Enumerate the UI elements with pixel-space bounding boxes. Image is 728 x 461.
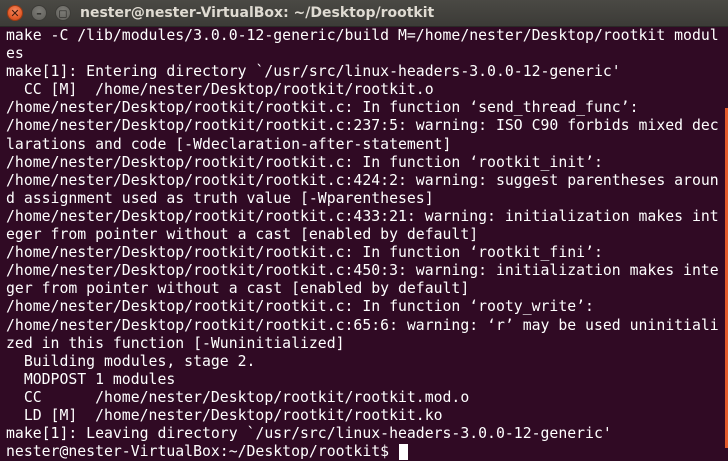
- terminal-line: make[1]: Entering directory `/usr/src/li…: [6, 63, 621, 81]
- terminal-line: Building modules, stage 2.: [6, 352, 256, 370]
- terminal-line: /home/nester/Desktop/rootkit/rootkit.c:2…: [6, 117, 719, 135]
- terminal-line: LD [M] /home/nester/Desktop/rootkit/root…: [6, 406, 443, 424]
- terminal-line: CC /home/nester/Desktop/rootkit/rootkit.…: [6, 388, 470, 406]
- terminal-line: /home/nester/Desktop/rootkit/rootkit.c:6…: [6, 316, 719, 334]
- close-icon[interactable]: ✕: [7, 5, 23, 21]
- terminal-line: d assignment used as truth value [-Wpare…: [6, 189, 434, 207]
- terminal-window: ✕ – ◻ nester@nester-VirtualBox: ~/Deskto…: [0, 0, 728, 461]
- text-cursor: [398, 444, 408, 461]
- terminal-line: ger from pointer without a cast [enabled…: [6, 280, 470, 298]
- terminal-line: larations and code [-Wdeclaration-after-…: [6, 135, 452, 153]
- window-title: nester@nester-VirtualBox: ~/Desktop/root…: [80, 5, 435, 21]
- terminal-line: /home/nester/Desktop/rootkit/rootkit.c: …: [6, 244, 603, 262]
- terminal-line: /home/nester/Desktop/rootkit/rootkit.c:4…: [6, 262, 719, 280]
- terminal-line: MODPOST 1 modules: [6, 370, 176, 388]
- terminal-line: /home/nester/Desktop/rootkit/rootkit.c: …: [6, 99, 639, 117]
- terminal-line: /home/nester/Desktop/rootkit/rootkit.c: …: [6, 298, 594, 316]
- terminal-line: es: [6, 45, 24, 63]
- terminal-line: /home/nester/Desktop/rootkit/rootkit.c: …: [6, 153, 603, 171]
- terminal-line: make -C /lib/modules/3.0.0-12-generic/bu…: [6, 27, 719, 44]
- minimize-icon[interactable]: –: [31, 5, 47, 21]
- terminal-line: eger from pointer without a cast [enable…: [6, 226, 479, 244]
- shell-prompt: nester@nester-VirtualBox:~/Desktop/rootk…: [6, 443, 398, 461]
- title-bar[interactable]: ✕ – ◻ nester@nester-VirtualBox: ~/Deskto…: [0, 0, 728, 27]
- terminal-line: zed in this function [-Wuninitialized]: [6, 334, 345, 352]
- terminal-output[interactable]: make -C /lib/modules/3.0.0-12-generic/bu…: [0, 27, 728, 461]
- maximize-icon[interactable]: ◻: [55, 5, 71, 21]
- terminal-line: /home/nester/Desktop/rootkit/rootkit.c:4…: [6, 171, 719, 189]
- shell-prompt-line[interactable]: nester@nester-VirtualBox:~/Desktop/rootk…: [6, 443, 728, 461]
- terminal-line: /home/nester/Desktop/rootkit/rootkit.c:4…: [6, 207, 719, 225]
- terminal-line: make[1]: Leaving directory `/usr/src/lin…: [6, 425, 612, 443]
- terminal-line: CC [M] /home/nester/Desktop/rootkit/root…: [6, 81, 434, 99]
